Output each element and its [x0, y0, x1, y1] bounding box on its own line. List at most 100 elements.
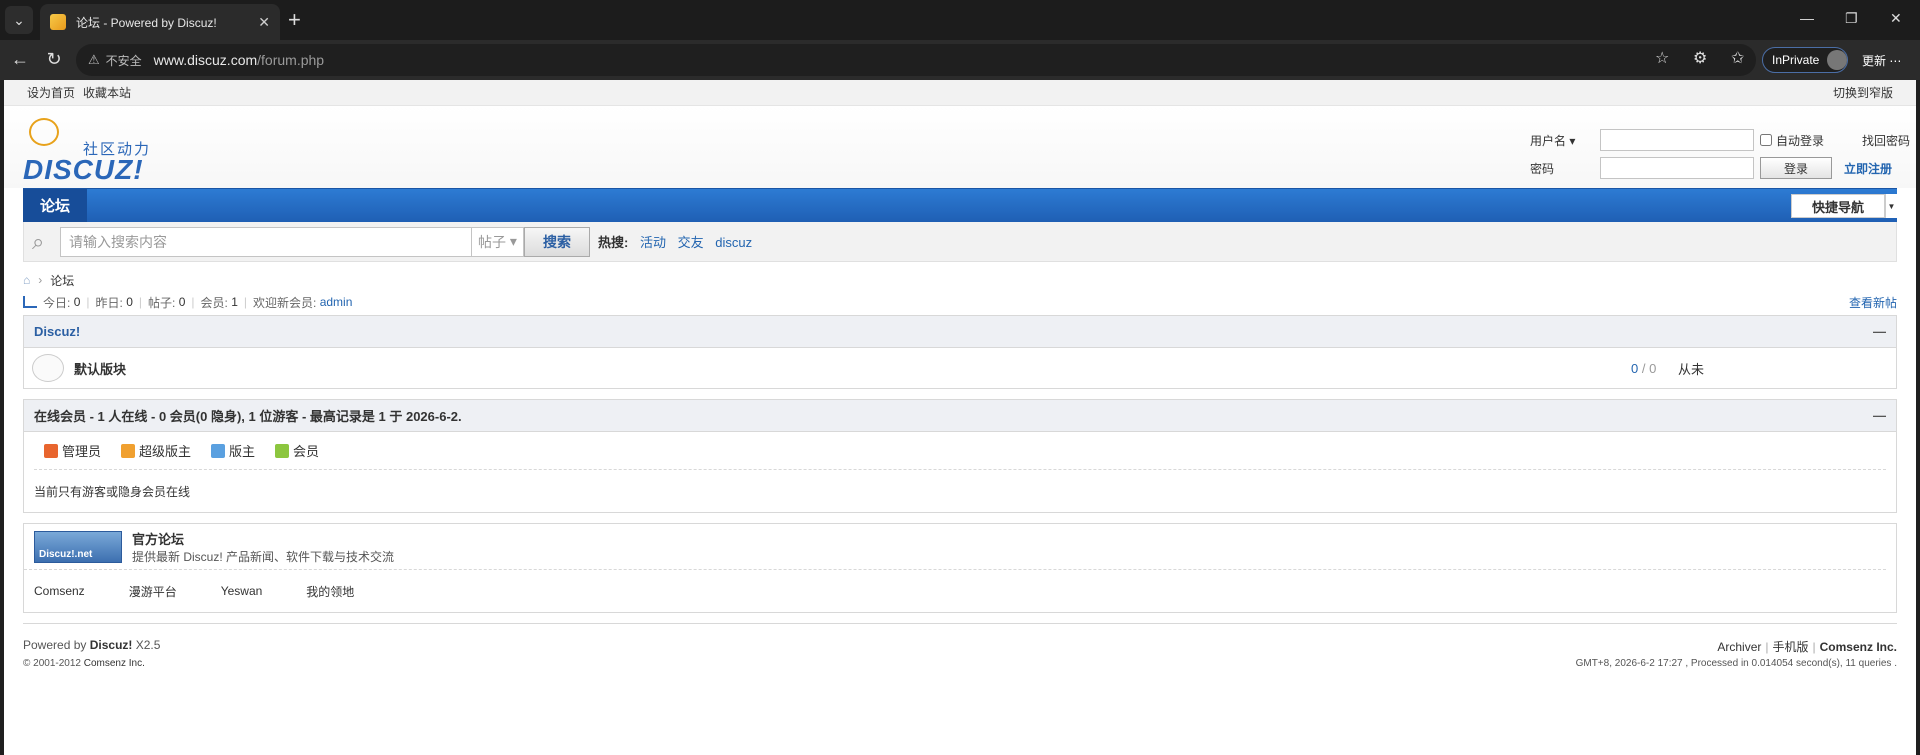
archiver-link[interactable]: Archiver [1717, 640, 1761, 654]
hot-search: 热搜: 活动 交友 discuz [598, 232, 760, 251]
search-input[interactable]: 请输入搜索内容 [60, 226, 472, 257]
text-links: Comsenz 漫游平台 Yeswan 我的领地 [24, 570, 1896, 612]
inprivate-badge[interactable]: InPrivate [1762, 47, 1848, 73]
admin-badge-icon [44, 443, 58, 458]
footer-links: Archiver | 手机版 | Comsenz Inc. [1717, 640, 1897, 654]
set-home-link[interactable]: 设为首页 [27, 86, 75, 100]
version: X2.5 [135, 638, 161, 652]
mobile-link[interactable]: 手机版 [1773, 640, 1809, 654]
forum-count-separator: / [1641, 360, 1646, 376]
switch-width-link[interactable]: 切换到窄版 [1833, 84, 1893, 101]
view-new-posts-link[interactable]: 查看新帖 [1849, 294, 1897, 311]
official-forum-title[interactable]: 官方论坛 [132, 529, 394, 548]
forum-row: 默认版块 0 / 0 从未 [24, 348, 1896, 388]
site-footer: Powered by Discuz! X2.5 © 2001-2012 Coms… [23, 623, 1897, 683]
tab-actions-chevron-icon[interactable]: ⌄ [5, 6, 33, 34]
text-link[interactable]: 我的领地 [306, 585, 354, 599]
quick-nav-dropdown-icon[interactable]: ▼ [1885, 194, 1897, 218]
powered-by: Powered by Discuz! X2.5 [23, 638, 160, 652]
forum-counts: 0 / 0 [1631, 361, 1656, 376]
powered-prefix: Powered by [23, 638, 87, 652]
legend-item: 版主 [211, 441, 255, 460]
text-link[interactable]: Yeswan [221, 584, 263, 598]
tab-title: 论坛 - Powered by Discuz! [76, 15, 217, 30]
username-label[interactable]: 用户名 ▾ [1530, 132, 1600, 149]
favorites-list-icon[interactable]: ✩ [1731, 48, 1744, 68]
online-note: 当前只有游客或隐身会员在线 [34, 484, 191, 499]
search-button[interactable]: 搜索 [524, 226, 590, 257]
inprivate-label: InPrivate [1772, 53, 1820, 67]
insecure-label: 不安全 [105, 53, 142, 68]
favorite-star-icon[interactable]: ☆ [1655, 48, 1669, 68]
stat-members-label: 会员: [200, 295, 228, 310]
username-field[interactable] [1600, 129, 1754, 151]
text-link[interactable]: Comsenz [34, 584, 85, 598]
collapse-icon[interactable]: — [1873, 324, 1886, 339]
forum-stats: 今日: 0 | 昨日: 0 | 帖子: 0 | 会员: 1 | 欢迎新会员: a… [23, 294, 1897, 310]
update-label: 更新 [1862, 54, 1887, 68]
legend-label: 超级版主 [139, 444, 192, 459]
update-button[interactable]: 更新 ⋯ [1862, 52, 1901, 69]
breadcrumb-separator-icon: › [38, 273, 43, 287]
minimize-icon[interactable]: — [1800, 10, 1814, 26]
new-tab-plus-icon[interactable]: + [288, 8, 301, 32]
auto-login-label: 自动登录 [1776, 133, 1825, 148]
stat-yesterday: 0 [126, 295, 133, 309]
main-nav: 论坛 快捷导航 ▼ [23, 188, 1897, 222]
url-field[interactable]: ⚠ 不安全 www.discuz.com/forum.php [76, 44, 1756, 76]
home-icon[interactable]: ⌂ [23, 273, 30, 287]
processing-info: GMT+8, 2026-6-2 17:27 , Processed in 0.0… [1575, 658, 1897, 669]
forum-threads: 0 [1631, 360, 1639, 376]
forum-bubble-icon [32, 354, 64, 382]
browser-address-bar: ← ↻ ⚠ 不安全 www.discuz.com/forum.php ☆ ⚙ ✩… [0, 40, 1920, 80]
stat-yesterday-label: 昨日: [95, 295, 123, 310]
legend-item: 管理员 [44, 441, 101, 460]
category-box: Discuz! — 默认版块 0 / 0 从未 [23, 315, 1897, 389]
powered-brand[interactable]: Discuz! [90, 638, 133, 652]
password-field[interactable] [1600, 157, 1754, 179]
extensions-icon[interactable]: ⚙ [1693, 48, 1707, 68]
login-form: 用户名 ▾ 自动登录 找回密码 密码 登录 立即注册 [1530, 126, 1910, 182]
legend-label: 管理员 [62, 444, 102, 459]
page-viewport: 设为首页 收藏本站 切换到窄版 社区动力 DISCUZ! 用户名 ▾ 自动登录 … [4, 80, 1916, 755]
category-header: Discuz! — [24, 316, 1896, 348]
auto-login-checkbox[interactable]: 自动登录 [1760, 132, 1850, 149]
url-host: www.discuz.com [153, 52, 258, 68]
forgot-password-link[interactable]: 找回密码 [1862, 132, 1910, 149]
super-mod-badge-icon [121, 443, 136, 458]
legend-item: 超级版主 [121, 441, 191, 460]
url-path: /forum.php [257, 52, 325, 68]
browser-tab-bar: ⌄ 论坛 - Powered by Discuz! ✕ + — ❐ ✕ [0, 0, 1920, 40]
register-link[interactable]: 立即注册 [1844, 160, 1892, 177]
hot-search-link[interactable]: 交友 [678, 235, 704, 250]
logo-wordmark: DISCUZ! [23, 154, 144, 185]
search-type-select[interactable]: 帖子 ▾ [472, 226, 524, 257]
breadcrumb: ⌂ › 论坛 [23, 270, 1897, 290]
copyright-company[interactable]: Comsenz Inc. [84, 658, 145, 669]
login-button[interactable]: 登录 [1760, 157, 1832, 179]
newest-member-link[interactable]: admin [320, 295, 353, 309]
tab-close-icon[interactable]: ✕ [258, 14, 270, 31]
nav-tab-forum[interactable]: 论坛 [23, 189, 87, 222]
forum-name-link[interactable]: 默认版块 [74, 359, 126, 378]
favicon-icon [50, 14, 66, 30]
search-type-value: 帖子 [478, 233, 506, 250]
browser-tab[interactable]: 论坛 - Powered by Discuz! ✕ [40, 4, 280, 40]
window-close-icon[interactable]: ✕ [1890, 10, 1902, 27]
company-link[interactable]: Comsenz Inc. [1820, 640, 1897, 654]
text-link[interactable]: 漫游平台 [129, 585, 177, 599]
breadcrumb-current[interactable]: 论坛 [50, 272, 74, 289]
hot-search-link[interactable]: 活动 [640, 235, 666, 250]
collapse-icon[interactable]: — [1873, 408, 1886, 423]
hot-search-link[interactable]: discuz [715, 235, 752, 250]
stat-posts: 0 [178, 295, 186, 309]
online-box: 在线会员 - 1 人在线 - 0 会员(0 隐身), 1 位游客 - 最高记录是… [23, 399, 1897, 513]
back-arrow-icon[interactable]: ← [6, 49, 34, 70]
quick-nav-button[interactable]: 快捷导航 [1791, 194, 1885, 218]
bookmark-link[interactable]: 收藏本站 [83, 86, 131, 100]
discuz-net-logo[interactable]: Discuz!.net [34, 530, 122, 563]
restore-icon[interactable]: ❐ [1845, 10, 1858, 27]
category-title[interactable]: Discuz! [34, 324, 80, 339]
reload-icon[interactable]: ↻ [40, 49, 68, 70]
stat-today-label: 今日: [43, 295, 71, 310]
